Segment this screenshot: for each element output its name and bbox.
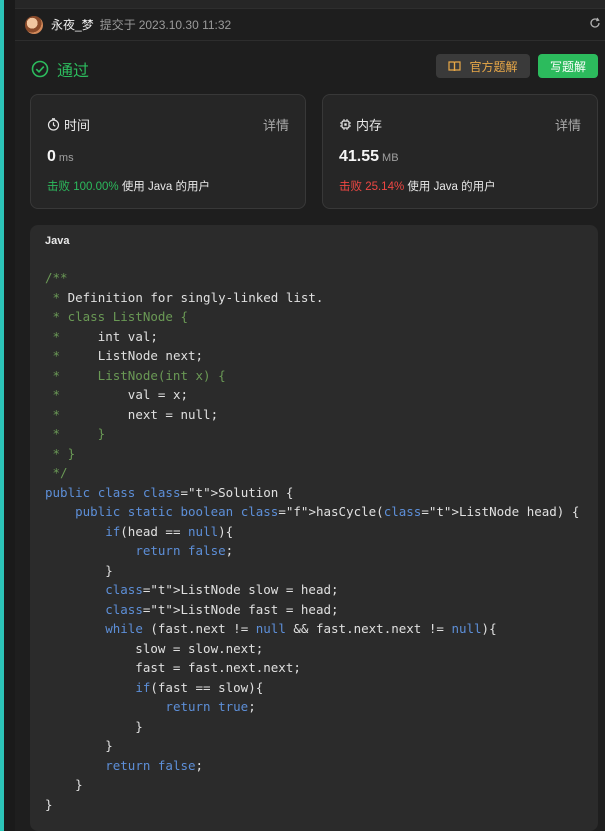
code-line: return false; (135, 543, 234, 558)
runtime-title-label: 时间 (64, 118, 91, 133)
code-line: * ListNode next; (45, 348, 204, 363)
memory-detail-link[interactable]: 详情 (555, 115, 581, 134)
memory-beat-suffix: 使用 Java 的用户 (407, 181, 496, 193)
status-accepted: 通过 (31, 57, 89, 81)
runtime-beat-percent: 击败 100.00% (47, 181, 119, 193)
memory-card[interactable]: 内存 详情 41.55 MB 击败 25.14% 使用 Java 的用户 (322, 94, 598, 209)
refresh-icon[interactable] (589, 17, 601, 29)
code-line: public static boolean class="f">hasCycle… (75, 504, 580, 519)
username[interactable]: 永夜_梦 (51, 16, 94, 33)
write-solution-button[interactable]: 写题解 (538, 54, 598, 78)
code-line: } (45, 796, 53, 812)
code-line: return true; (165, 699, 256, 714)
memory-value: 41.55 MB (339, 148, 399, 166)
code-line: class="t">ListNode slow = head; (105, 582, 339, 597)
memory-beat-percent: 击败 25.14% (339, 181, 405, 193)
memory-unit: MB (382, 152, 399, 164)
code-line: * next = null; (45, 406, 219, 422)
check-circle-icon (31, 60, 49, 78)
code-line: return false; (105, 757, 204, 773)
status-row: 通过 官方题解 写题解 (15, 51, 605, 83)
code-line: } (45, 718, 143, 734)
code-line: if(head == null){ (105, 523, 234, 539)
code-line: } (45, 738, 113, 753)
code-line: } (45, 777, 83, 792)
code-line: slow = slow.next; (45, 640, 264, 656)
official-solution-label: 官方题解 (469, 59, 518, 74)
submission-panel: 永夜_梦 提交于 2023.10.30 11:32 通过 官方题解 写题解 时间… (15, 9, 605, 831)
top-strip (15, 0, 605, 9)
official-solution-button[interactable]: 官方题解 (436, 54, 530, 78)
chip-icon (340, 119, 351, 130)
runtime-beat-suffix: 使用 Java 的用户 (121, 181, 210, 193)
clock-icon (47, 118, 60, 131)
runtime-card[interactable]: 时间 详情 0 ms 击败 100.00% 使用 Java 的用户 (30, 94, 306, 209)
code-line: /** (45, 270, 68, 285)
code-line: class="t">ListNode fast = head; (105, 601, 339, 617)
code-line: * ListNode(int x) { (45, 367, 226, 383)
submit-time: 2023.10.30 11:32 (138, 17, 232, 32)
memory-beat: 击败 25.14% 使用 Java 的用户 (339, 178, 496, 194)
code-line: */ (45, 465, 68, 480)
memory-title-label: 内存 (356, 118, 383, 133)
submission-header: 永夜_梦 提交于 2023.10.30 11:32 (15, 9, 605, 41)
status-label: 通过 (57, 63, 90, 80)
code-line: * class ListNode { (45, 309, 188, 324)
code-line: * } (45, 445, 76, 461)
code-card: Java /** * Definition for singly-linked … (30, 225, 598, 831)
code-language: Java (45, 235, 70, 247)
code-block[interactable]: /** * Definition for singly-linked list.… (45, 268, 590, 814)
code-line: * Definition for singly-linked list. (45, 289, 324, 305)
runtime-title: 时间 (47, 115, 90, 134)
code-line: while (fast.next != null && fast.next.ne… (105, 621, 497, 636)
runtime-unit: ms (58, 152, 74, 164)
memory-title: 内存 (339, 115, 382, 134)
code-line: * val = x; (45, 387, 188, 402)
code-line: } (45, 562, 113, 578)
runtime-value: 0 ms (47, 148, 74, 166)
left-gutter (4, 0, 15, 831)
runtime-beat: 击败 100.00% 使用 Java 的用户 (47, 178, 210, 194)
runtime-number: 0 (47, 148, 56, 165)
runtime-detail-link[interactable]: 详情 (263, 115, 289, 134)
submit-label: 提交于 (99, 18, 136, 32)
book-icon (448, 61, 462, 72)
code-line: if(fast == slow){ (135, 679, 264, 695)
write-solution-label: 写题解 (549, 59, 586, 74)
code-line: * } (45, 426, 106, 441)
memory-number: 41.55 (339, 148, 380, 165)
code-line: public class class="t">Solution { (45, 484, 294, 500)
code-line: fast = fast.next.next; (45, 660, 301, 675)
code-line: * int val; (45, 328, 158, 344)
avatar[interactable] (25, 15, 43, 34)
